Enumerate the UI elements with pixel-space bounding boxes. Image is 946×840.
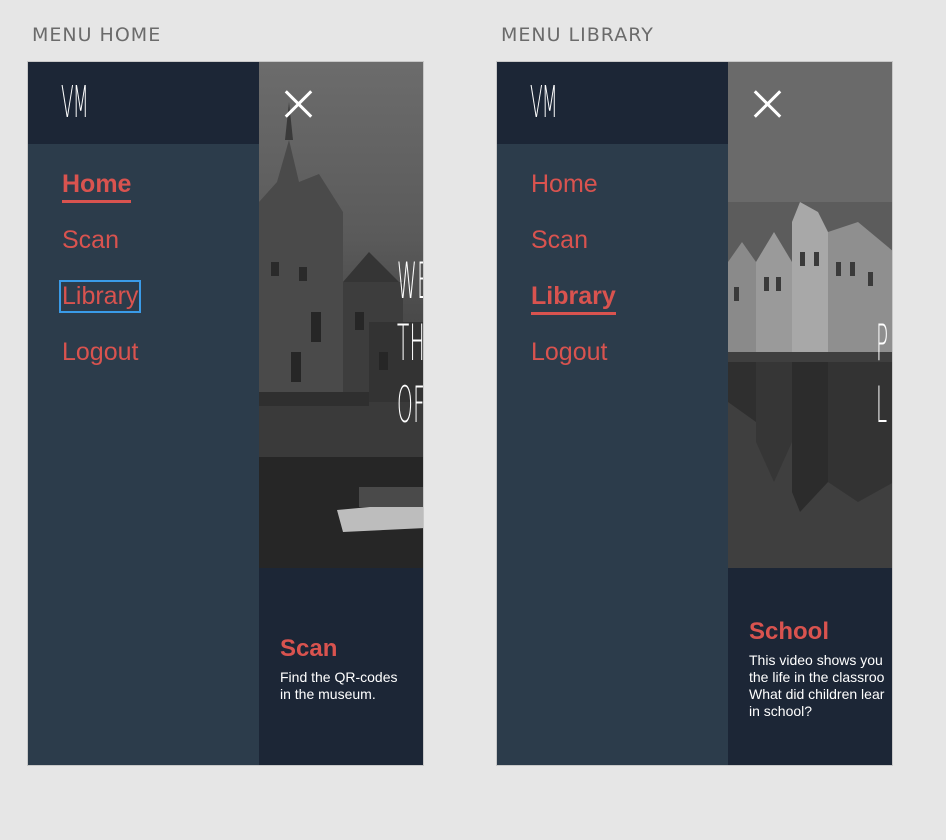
nav-item-home[interactable]: Home [531, 170, 598, 199]
canal-houses-image [728, 62, 892, 568]
artboard-title-menu-home: MENU HOME [32, 24, 162, 46]
nav-item-scan[interactable]: Scan [62, 226, 119, 255]
hero-photo: WE TH OF [259, 62, 424, 568]
card-title: Scan [280, 635, 338, 662]
close-icon[interactable] [752, 88, 784, 120]
close-icon[interactable] [283, 88, 315, 120]
content-panel: WE TH OF Scan Find the QR-codes in the m… [259, 62, 424, 765]
hero-headline: WE TH OF [397, 252, 424, 434]
menu-library-screen: VM Home Scan Library Logout P L School T… [496, 61, 893, 766]
app-logo[interactable]: VM [61, 81, 89, 125]
sidebar: VM Home Scan Library Logout [28, 62, 259, 765]
card-title: School [749, 618, 830, 645]
logo-bar: VM [28, 62, 259, 144]
artboard-title-menu-library: MENU LIBRARY [501, 24, 654, 46]
app-logo[interactable]: VM [530, 81, 558, 125]
nav-item-logout[interactable]: Logout [62, 338, 138, 367]
nav-item-scan[interactable]: Scan [531, 226, 588, 255]
sidebar: VM Home Scan Library Logout [497, 62, 728, 765]
nav-item-home[interactable]: Home [62, 170, 132, 203]
hero-headline: P L [876, 314, 889, 434]
nav-item-logout[interactable]: Logout [531, 338, 607, 367]
menu-home-screen: VM Home Scan Library Logout W TH OF Scan… [27, 61, 424, 766]
hero-photo: P L [728, 62, 892, 568]
nav-item-library[interactable]: Library [58, 280, 142, 313]
card-description: This video shows you the life in the cla… [749, 652, 885, 719]
card-description: Find the QR-codes in the museum. [280, 669, 398, 702]
logo-bar: VM [497, 62, 728, 144]
nav-item-library[interactable]: Library [531, 282, 616, 315]
content-panel: P L School This video shows you the life… [728, 62, 892, 765]
